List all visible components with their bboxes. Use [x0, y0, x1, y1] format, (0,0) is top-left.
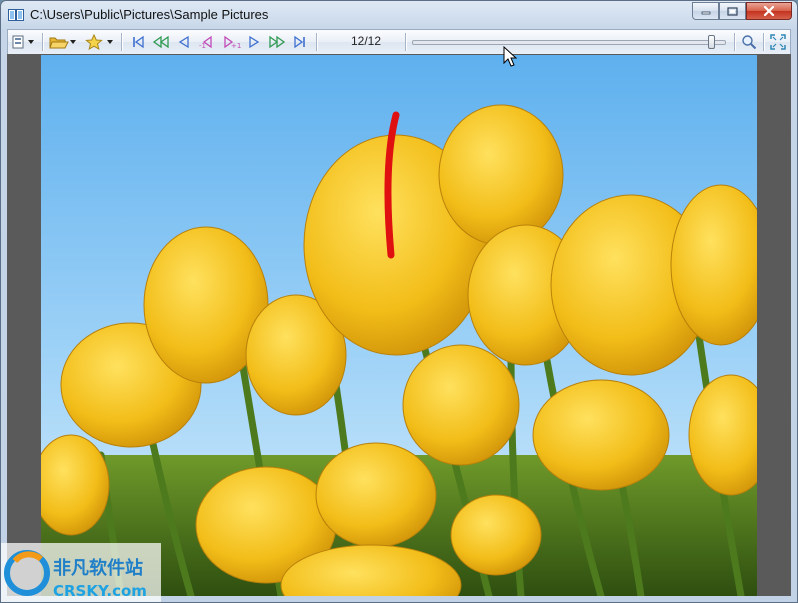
favorites-button[interactable]	[84, 33, 116, 51]
maximize-icon	[727, 6, 738, 16]
close-icon	[763, 6, 775, 16]
toolbar: -1 +1 12/12	[7, 29, 791, 54]
mouse-cursor-icon	[503, 46, 517, 67]
previous-image-button[interactable]	[174, 33, 194, 51]
fullscreen-button[interactable]	[768, 33, 788, 51]
close-button[interactable]	[746, 2, 792, 20]
maximize-button[interactable]	[719, 2, 746, 20]
viewer-window: C:\Users\Public\Pictures\Sample Pictures	[0, 0, 798, 603]
tulips-photo	[41, 55, 757, 596]
last-image-button[interactable]	[290, 33, 310, 51]
watermark-en-text: CRSKY.com	[53, 582, 147, 600]
last-icon	[294, 35, 305, 49]
image-view-area[interactable]	[7, 54, 791, 596]
fast-forward-icon	[269, 35, 286, 49]
next-frame-button[interactable]: +1	[220, 33, 242, 51]
minimize-icon	[701, 11, 710, 15]
previous-frame-icon: -1	[199, 35, 212, 49]
title-bar[interactable]: C:\Users\Public\Pictures\Sample Pictures	[1, 1, 797, 29]
toolbar-separator	[763, 33, 764, 51]
star-icon	[85, 34, 113, 50]
open-file-button[interactable]	[48, 33, 78, 51]
image-viewer-icon	[8, 9, 24, 21]
folder-open-icon	[49, 37, 76, 49]
first-image-button[interactable]	[128, 33, 148, 51]
toolbar-separator	[121, 33, 122, 51]
fast-backward-icon	[152, 35, 169, 49]
image-counter: 12/12	[350, 34, 382, 48]
toolbar-separator	[734, 33, 735, 51]
fullscreen-icon	[770, 34, 786, 50]
fast-forward-button[interactable]	[266, 33, 288, 51]
svg-text:+1: +1	[231, 42, 241, 49]
site-watermark: 非凡软件站 CRSKY.com	[1, 543, 161, 602]
slider-thumb[interactable]	[707, 35, 715, 49]
view-mode-icon	[12, 35, 34, 49]
first-icon	[133, 35, 144, 49]
watermark-cn-text: 非凡软件站	[53, 557, 143, 579]
view-menu-button[interactable]	[10, 33, 38, 51]
next-image-button[interactable]	[244, 33, 264, 51]
toolbar-separator	[42, 33, 43, 51]
magnifier-icon	[742, 35, 757, 50]
toolbar-separator	[316, 33, 317, 51]
next-icon	[249, 35, 260, 49]
previous-frame-button[interactable]: -1	[196, 33, 218, 51]
next-frame-icon: +1	[224, 35, 241, 49]
zoom-button[interactable]	[739, 33, 759, 51]
previous-icon	[178, 35, 189, 49]
image-position-slider[interactable]	[412, 40, 726, 45]
svg-text:-1: -1	[199, 42, 206, 49]
toolbar-separator	[405, 33, 406, 51]
window-title: C:\Users\Public\Pictures\Sample Pictures	[30, 7, 269, 22]
minimize-button[interactable]	[692, 2, 719, 20]
rewind-button[interactable]	[150, 33, 172, 51]
